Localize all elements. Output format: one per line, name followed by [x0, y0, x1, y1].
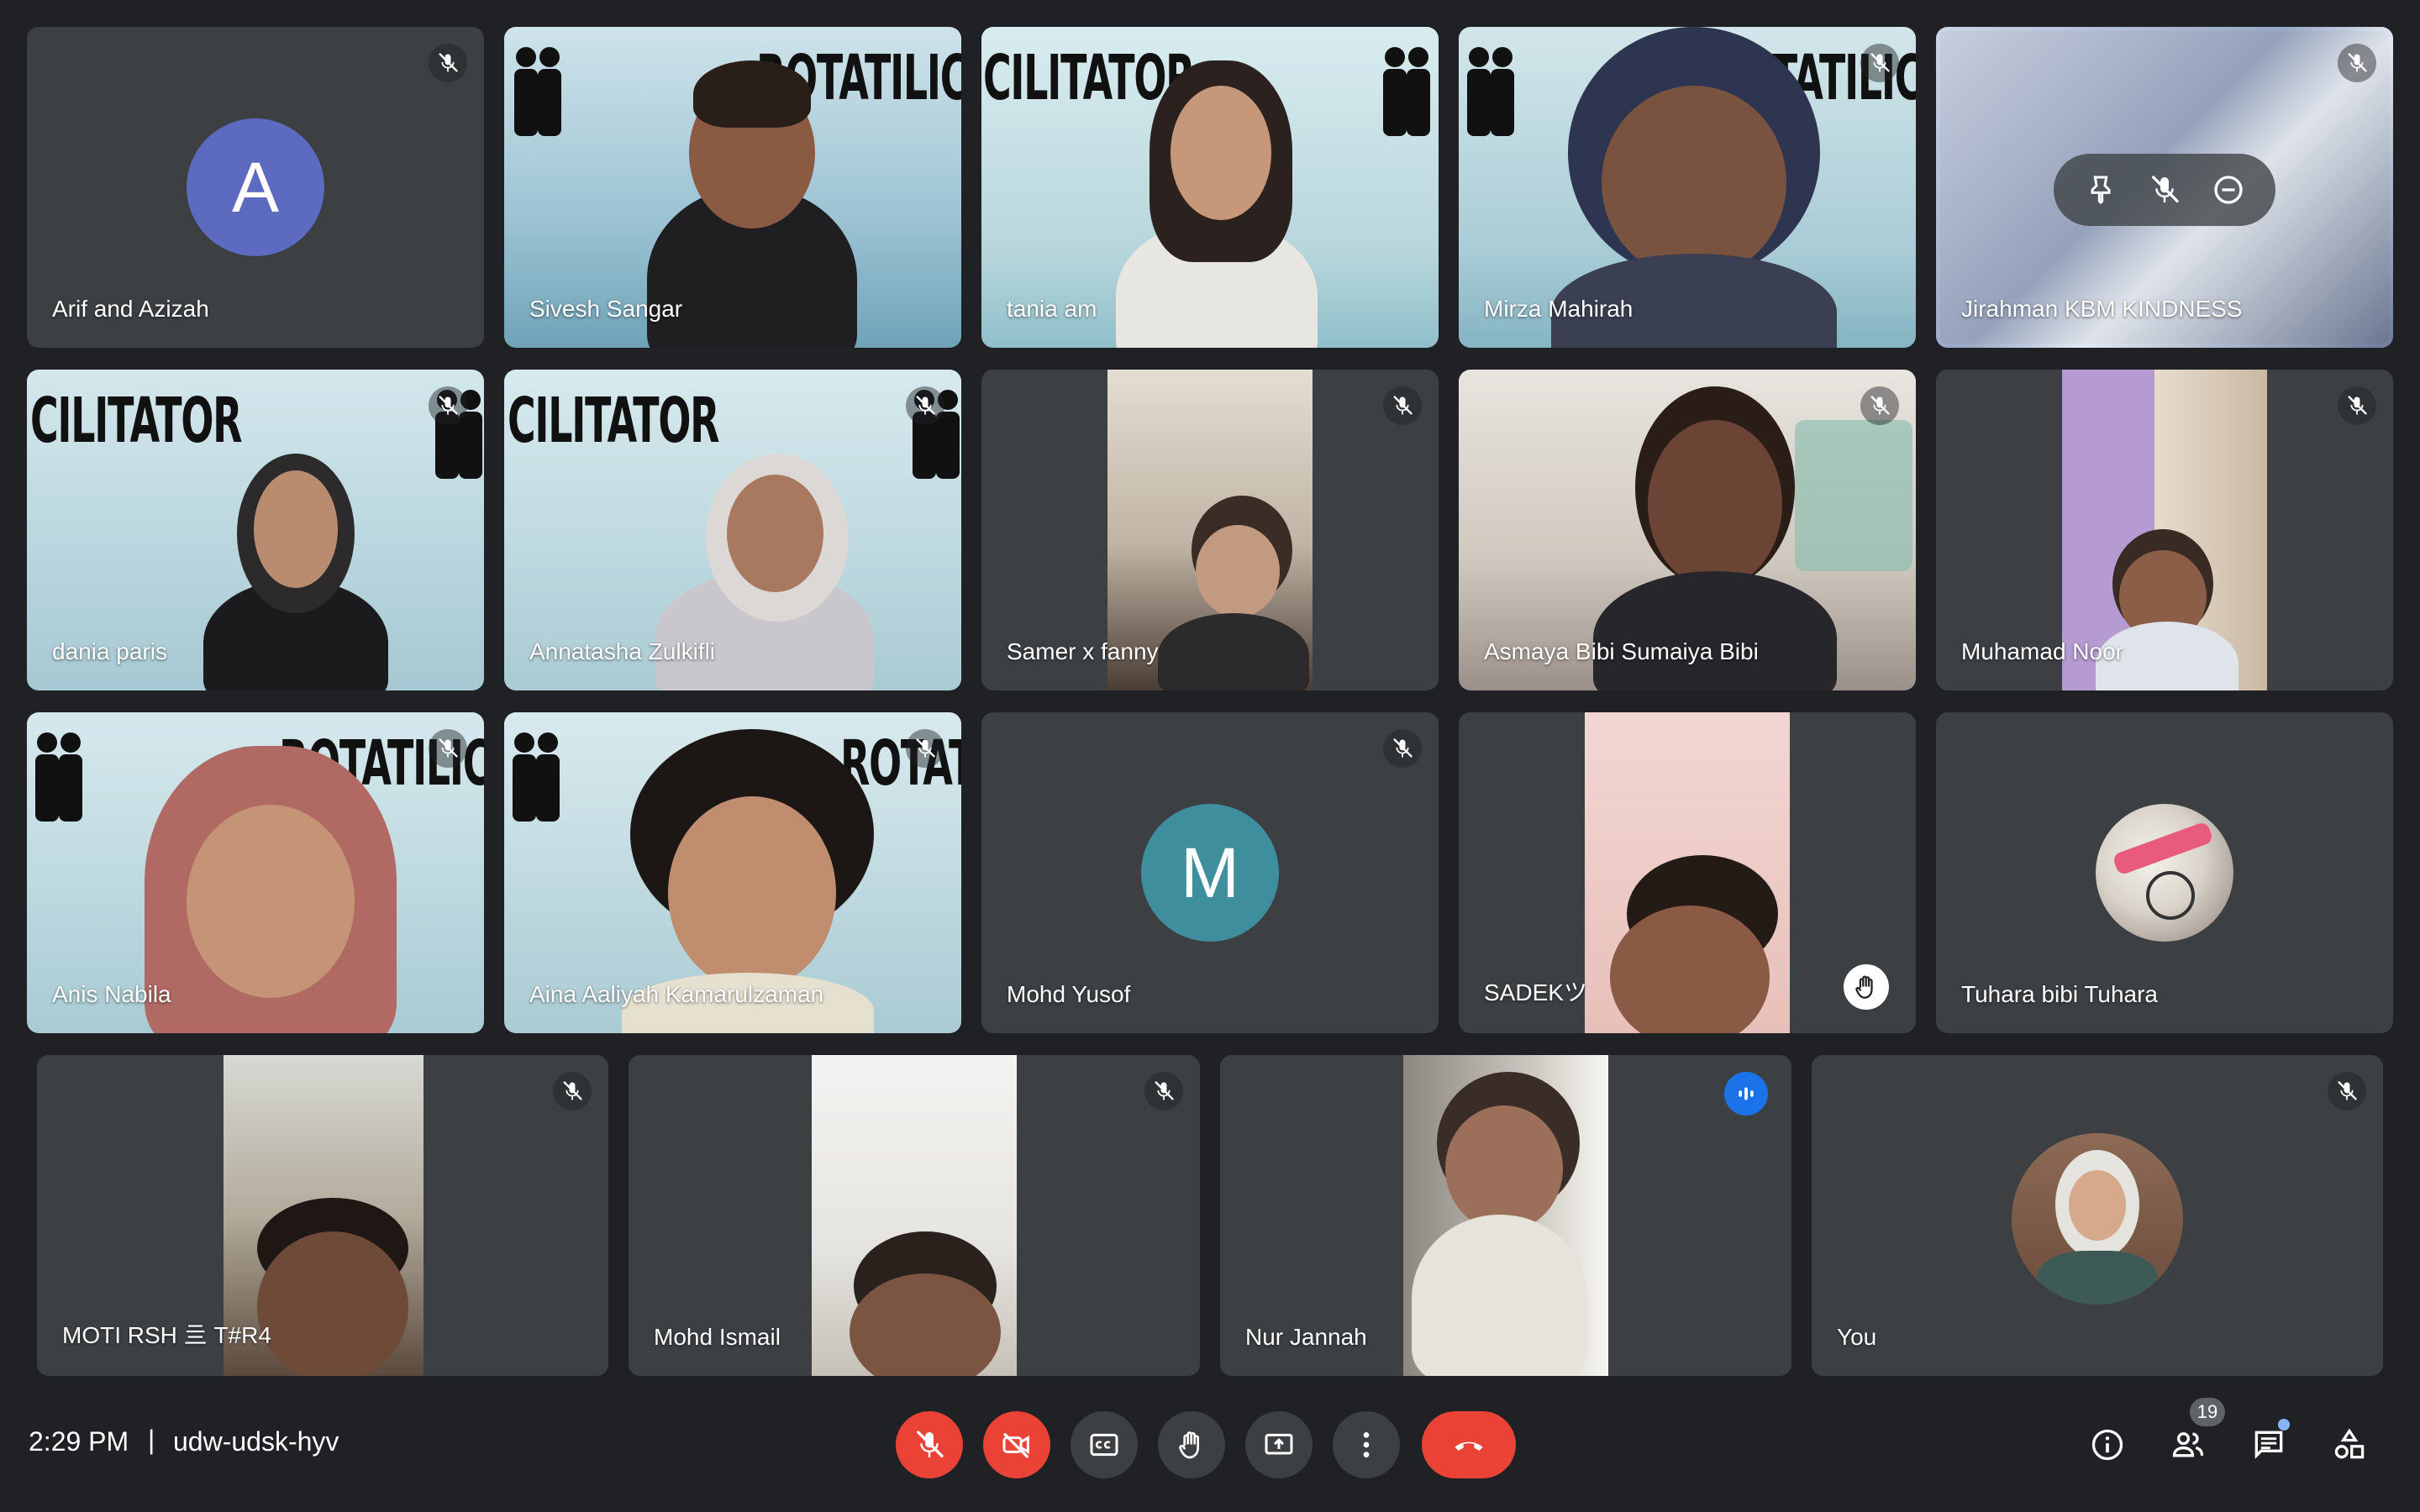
participant-name: Sivesh Sangar [529, 296, 683, 322]
profile-photo [2012, 1133, 2183, 1305]
remove-participant-icon[interactable] [2209, 171, 2248, 209]
participant-tile-anis-nabila[interactable]: ROTATILIC Anis Nabila [27, 712, 484, 1033]
participant-name: Tuhara bibi Tuhara [1961, 981, 2158, 1007]
participant-name: Mirza Mahirah [1484, 296, 1634, 322]
camera-off-icon [1002, 1432, 1029, 1459]
meeting-info-separator: | [148, 1425, 155, 1455]
chat-unread-indicator [2278, 1419, 2290, 1431]
microphone-toggle-button[interactable] [896, 1411, 963, 1478]
participant-tile-you[interactable]: You [1812, 1055, 2383, 1376]
mic-off-icon [906, 729, 944, 768]
mic-off-icon [429, 386, 467, 425]
more-options-button[interactable] [1333, 1411, 1400, 1478]
mic-off-icon [906, 386, 944, 425]
participant-name: Mohd Yusof [1007, 981, 1131, 1007]
present-icon [1265, 1433, 1293, 1455]
video-feed [1403, 1055, 1608, 1376]
participant-tile-aina-aaliyah[interactable]: ROTATILIC Aina Aaliyah Kamarulzaman [504, 712, 961, 1033]
participant-name: Anis Nabila [52, 981, 171, 1007]
participant-tile-annatasha-zulkifli[interactable]: CILITATOR Annatasha Zulkifli [504, 370, 961, 690]
camera-toggle-button[interactable] [983, 1411, 1050, 1478]
participant-tile-nur-jannah[interactable]: Nur Jannah [1220, 1055, 1791, 1376]
video-feed [1585, 712, 1790, 1033]
silhouette-icon [1467, 47, 1514, 136]
participant-name: tania am [1007, 296, 1097, 322]
raised-hand-icon [1844, 964, 1889, 1010]
participant-tile-mohd-yusof[interactable]: M Mohd Yusof [981, 712, 1439, 1033]
participant-name: Mohd Ismail [654, 1324, 781, 1350]
participant-tile-arif-and-azizah[interactable]: A Arif and Azizah [27, 27, 484, 348]
avatar: A [187, 118, 324, 256]
more-vert-icon [1363, 1432, 1370, 1457]
mic-off-icon [1383, 386, 1422, 425]
pin-icon[interactable] [2081, 171, 2120, 209]
closed-captions-icon [1090, 1433, 1118, 1457]
avatar: M [1141, 804, 1279, 942]
people-button[interactable] [2168, 1425, 2208, 1465]
participant-tile-samer-x-fanny[interactable]: Samer x fanny [981, 370, 1439, 690]
participant-tile-sadek[interactable]: SADEKツ [1459, 712, 1916, 1033]
captions-button[interactable] [1071, 1411, 1138, 1478]
people-count-badge: 19 [2190, 1398, 2225, 1426]
silhouette-icon [1383, 47, 1430, 136]
tile-hover-controls [2054, 154, 2275, 226]
chat-icon [2254, 1431, 2283, 1459]
chat-button[interactable] [2249, 1425, 2289, 1465]
mic-off-icon [429, 44, 467, 82]
silhouette-icon [514, 47, 561, 136]
video-feed [812, 1055, 1017, 1376]
participant-tile-muhamad-noor[interactable]: Muhamad Noor [1936, 370, 2393, 690]
backdrop-banner: CILITATOR [30, 385, 242, 457]
participant-name: Annatasha Zulkifli [529, 638, 716, 664]
silhouette-icon [35, 732, 82, 822]
speaking-indicator-icon [1724, 1072, 1768, 1116]
people-icon [2172, 1432, 2204, 1457]
participant-name: SADEKツ [1484, 979, 1587, 1005]
participant-name: Muhamad Noor [1961, 638, 2123, 664]
raise-hand-button[interactable] [1158, 1411, 1225, 1478]
activities-button[interactable] [2329, 1425, 2370, 1465]
hand-icon [1179, 1431, 1199, 1459]
info-icon [2091, 1429, 2123, 1461]
participant-name: Samer x fanny [1007, 638, 1159, 664]
mic-off-icon [1860, 386, 1899, 425]
mic-off-icon [1860, 44, 1899, 82]
participant-name: Nur Jannah [1245, 1324, 1367, 1350]
meeting-details-button[interactable] [2087, 1425, 2128, 1465]
participant-name: Aina Aaliyah Kamarulzaman [529, 981, 824, 1007]
meeting-code: udw-udsk-hyv [173, 1426, 339, 1457]
participant-tile-sivesh-sangar[interactable]: ROTATILIC Sivesh Sangar [504, 27, 961, 348]
phone-hangup-icon [1455, 1441, 1483, 1451]
participant-tile-tuhara[interactable]: Tuhara bibi Tuhara [1936, 712, 2393, 1033]
participant-name: Asmaya Bibi Sumaiya Bibi [1484, 638, 1759, 664]
mic-off-icon [2338, 386, 2376, 425]
participant-tile-mirza-mahirah[interactable]: ROTATILIC Mirza Mahirah [1459, 27, 1916, 348]
mute-participant-icon[interactable] [2145, 171, 2184, 209]
mic-off-icon [2328, 1072, 2366, 1110]
participant-name: Arif and Azizah [52, 296, 209, 322]
participant-name: dania paris [52, 638, 167, 664]
profile-photo [2096, 804, 2233, 942]
participant-tile-dania-paris[interactable]: CILITATOR dania paris [27, 370, 484, 690]
mic-off-icon [913, 1428, 946, 1462]
meeting-time: 2:29 PM [29, 1426, 129, 1457]
silhouette-icon [513, 732, 560, 822]
participant-tile-tania-am[interactable]: CILITATOR tania am [981, 27, 1439, 348]
participant-tile-asmaya-bibi[interactable]: Asmaya Bibi Sumaiya Bibi [1459, 370, 1916, 690]
present-screen-button[interactable] [1245, 1411, 1313, 1478]
participant-name: Jirahman KBM KINDNESS [1961, 296, 2243, 322]
mic-off-icon [1144, 1072, 1183, 1110]
activities-icon [2334, 1428, 2365, 1459]
mic-off-icon [1383, 729, 1422, 768]
participant-tile-moti-rsh[interactable]: MOTI RSH 亖 T#R4 [37, 1055, 608, 1376]
participant-name: MOTI RSH 亖 T#R4 [62, 1322, 271, 1348]
participant-tile-mohd-ismail[interactable]: Mohd Ismail [629, 1055, 1200, 1376]
mic-off-icon [2338, 44, 2376, 82]
leave-call-button[interactable] [1422, 1411, 1516, 1478]
backdrop-banner: CILITATOR [508, 385, 719, 457]
mic-off-icon [553, 1072, 592, 1110]
participant-name: You [1837, 1324, 1877, 1350]
mic-off-icon [429, 729, 467, 768]
